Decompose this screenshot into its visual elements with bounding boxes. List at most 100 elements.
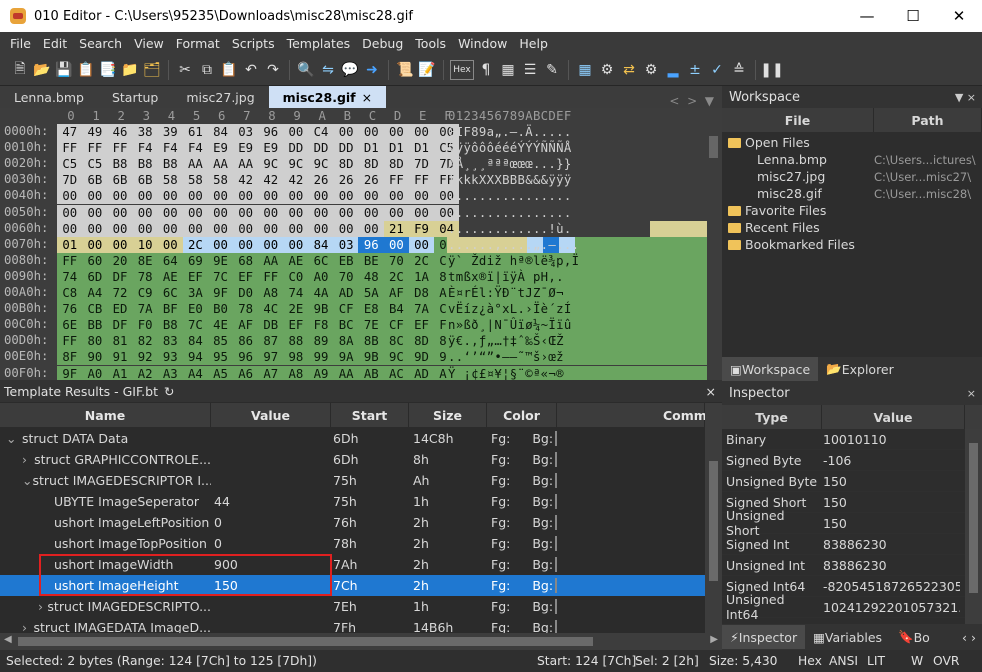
hex-byte[interactable]: 00 xyxy=(132,188,158,205)
paste-icon[interactable]: 📋 xyxy=(219,60,239,80)
hex-byte[interactable]: 00 xyxy=(283,204,309,221)
hex-byte[interactable]: C9 xyxy=(132,285,158,301)
color-swatch[interactable] xyxy=(555,515,557,530)
hex-byte[interactable]: AA xyxy=(182,156,209,173)
hex-byte[interactable]: 00 xyxy=(308,204,334,221)
template-row[interactable]: ⌄ struct DATA Data 6Dh 14C8h Fg: Bg: xyxy=(0,428,705,449)
hex-byte[interactable]: 49 xyxy=(82,124,108,140)
hex-byte[interactable]: 78 xyxy=(132,268,158,285)
hex-byte[interactable]: C4 xyxy=(308,124,334,140)
hex-byte[interactable]: 87 xyxy=(257,333,284,350)
hex-byte[interactable]: C0 xyxy=(283,268,309,285)
hex-byte[interactable]: 7A xyxy=(408,301,435,318)
tab-misc28-gif[interactable]: misc28.gif × xyxy=(268,86,387,108)
hex-byte[interactable]: 90 xyxy=(82,349,108,366)
hex-byte[interactable]: D1 xyxy=(383,140,410,157)
hex-byte[interactable]: 00 xyxy=(333,220,359,237)
hex-byte[interactable]: FF xyxy=(107,140,133,157)
hex-byte[interactable]: 58 xyxy=(182,172,209,189)
hex-byte[interactable]: 00 xyxy=(207,204,234,221)
hex-byte[interactable]: 7C xyxy=(207,268,234,285)
tree-arrow-icon[interactable]: ⌄ xyxy=(6,431,22,446)
inspector-row[interactable]: Unsigned Int64 10241292201057321... xyxy=(722,592,982,622)
tab-bo[interactable]: 🔖 Bo xyxy=(890,625,938,649)
hex-byte[interactable]: FF xyxy=(408,172,435,189)
hex-byte[interactable]: 9C xyxy=(308,156,334,173)
hex-byte[interactable]: 00 xyxy=(157,188,184,205)
compare-icon[interactable]: ⚙ xyxy=(597,60,617,80)
text-view-icon[interactable]: ☰ xyxy=(520,60,540,80)
hex-byte[interactable]: 47 xyxy=(57,124,83,140)
hex-ascii[interactable]: ÿÿÿôôôéééÝÝÝÑÑÑÅ xyxy=(447,140,707,156)
hex-byte[interactable]: 86 xyxy=(232,333,259,350)
color-swatch[interactable] xyxy=(555,557,557,572)
hex-byte[interactable]: 2C xyxy=(408,252,435,269)
hex-byte[interactable]: 00 xyxy=(232,236,259,253)
hex-byte[interactable]: 00 xyxy=(82,236,108,253)
hex-byte[interactable]: DF xyxy=(107,268,133,285)
hex-byte[interactable]: 84 xyxy=(207,124,234,140)
new-file-icon[interactable]: 🗎 xyxy=(10,60,30,80)
hex-byte[interactable]: BC xyxy=(333,317,359,334)
hex-editor[interactable]: 0 1 2 3 4 5 6 7 8 9 A B C D E F 0123456789ABCDEF 0000h: 4… xyxy=(0,108,722,398)
color-swatch[interactable] xyxy=(555,599,557,614)
menu-window[interactable]: Window xyxy=(452,36,513,51)
hex-byte[interactable]: 00 xyxy=(283,124,309,140)
hex-byte[interactable]: 7D xyxy=(57,172,83,189)
hex-byte[interactable]: EF xyxy=(408,317,435,334)
hex-byte[interactable]: 8C xyxy=(383,333,410,350)
hex-byte[interactable]: 00 xyxy=(358,220,385,237)
hex-byte[interactable]: 00 xyxy=(107,236,133,253)
hex-byte[interactable]: 00 xyxy=(333,204,359,221)
hex-byte[interactable]: 03 xyxy=(232,124,259,140)
hex-byte[interactable]: AE xyxy=(283,252,309,269)
hex-byte[interactable]: A0 xyxy=(308,268,334,285)
status-lit[interactable]: LIT xyxy=(867,654,885,668)
hex-byte[interactable]: 8D xyxy=(358,156,385,173)
hex-byte[interactable]: 96 xyxy=(257,124,284,140)
hex-byte[interactable]: 00 xyxy=(358,188,385,205)
hex-byte[interactable]: F9 xyxy=(408,220,435,237)
hex-byte[interactable]: 00 xyxy=(257,204,284,221)
hex-byte[interactable]: 00 xyxy=(283,188,309,205)
template-col-value[interactable]: Value xyxy=(211,403,331,427)
hex-byte[interactable]: 00 xyxy=(157,220,184,237)
tab-explorer[interactable]: 📂 Explorer xyxy=(818,357,902,381)
close-button[interactable]: ✕ xyxy=(936,0,982,32)
inspector-close-icon[interactable]: × xyxy=(967,387,976,400)
hex-byte[interactable]: 70 xyxy=(333,268,359,285)
hex-byte[interactable]: C5 xyxy=(57,156,83,173)
hex-byte[interactable]: 7D xyxy=(408,156,435,173)
hex-byte[interactable]: 8D xyxy=(333,156,359,173)
hex-ascii[interactable]: ................ xyxy=(447,188,707,204)
hex-byte[interactable]: F4 xyxy=(157,140,184,157)
hex-byte[interactable]: CF xyxy=(383,317,410,334)
hex-byte[interactable]: 64 xyxy=(157,252,184,269)
hex-byte[interactable]: 6D xyxy=(82,268,108,285)
hex-byte[interactable]: 9D xyxy=(408,349,435,366)
menu-scripts[interactable]: Scripts xyxy=(226,36,281,51)
hex-ascii[interactable]: tmßx®ï|ïÿÀ pH,. xyxy=(447,268,707,285)
hex-byte[interactable]: 00 xyxy=(383,236,410,253)
workspace-item[interactable]: Recent Files xyxy=(722,219,982,236)
hex-byte[interactable]: AF xyxy=(383,285,410,301)
status-hex[interactable]: Hex xyxy=(798,654,822,668)
hex-byte[interactable]: 00 xyxy=(107,188,133,205)
hex-byte[interactable]: F0 xyxy=(132,317,158,334)
hex-byte[interactable]: 85 xyxy=(207,333,234,350)
status-w[interactable]: W xyxy=(911,654,923,668)
copy-icon[interactable]: ⧉ xyxy=(197,60,217,80)
hex-byte[interactable]: 68 xyxy=(232,252,259,269)
hex-ascii[interactable]: ................ xyxy=(447,205,707,221)
workspace-item[interactable]: Favorite Files xyxy=(722,202,982,219)
hex-byte[interactable]: B8 xyxy=(107,156,133,173)
inspector-tabs-close-icon[interactable]: ‹ › xyxy=(962,630,976,645)
highlight-icon[interactable]: ✎ xyxy=(542,60,562,80)
color-swatch[interactable] xyxy=(555,578,557,593)
template-col-size[interactable]: Size xyxy=(409,403,487,427)
template-row[interactable]: › struct IMAGEDESCRIPTO... 7Eh 1h Fg: Bg: xyxy=(0,596,705,617)
hex-byte[interactable]: B8 xyxy=(157,156,184,173)
histogram-icon[interactable]: ▂ xyxy=(663,60,683,80)
hex-byte[interactable]: DF xyxy=(107,317,133,334)
hex-byte[interactable]: 81 xyxy=(107,333,133,350)
